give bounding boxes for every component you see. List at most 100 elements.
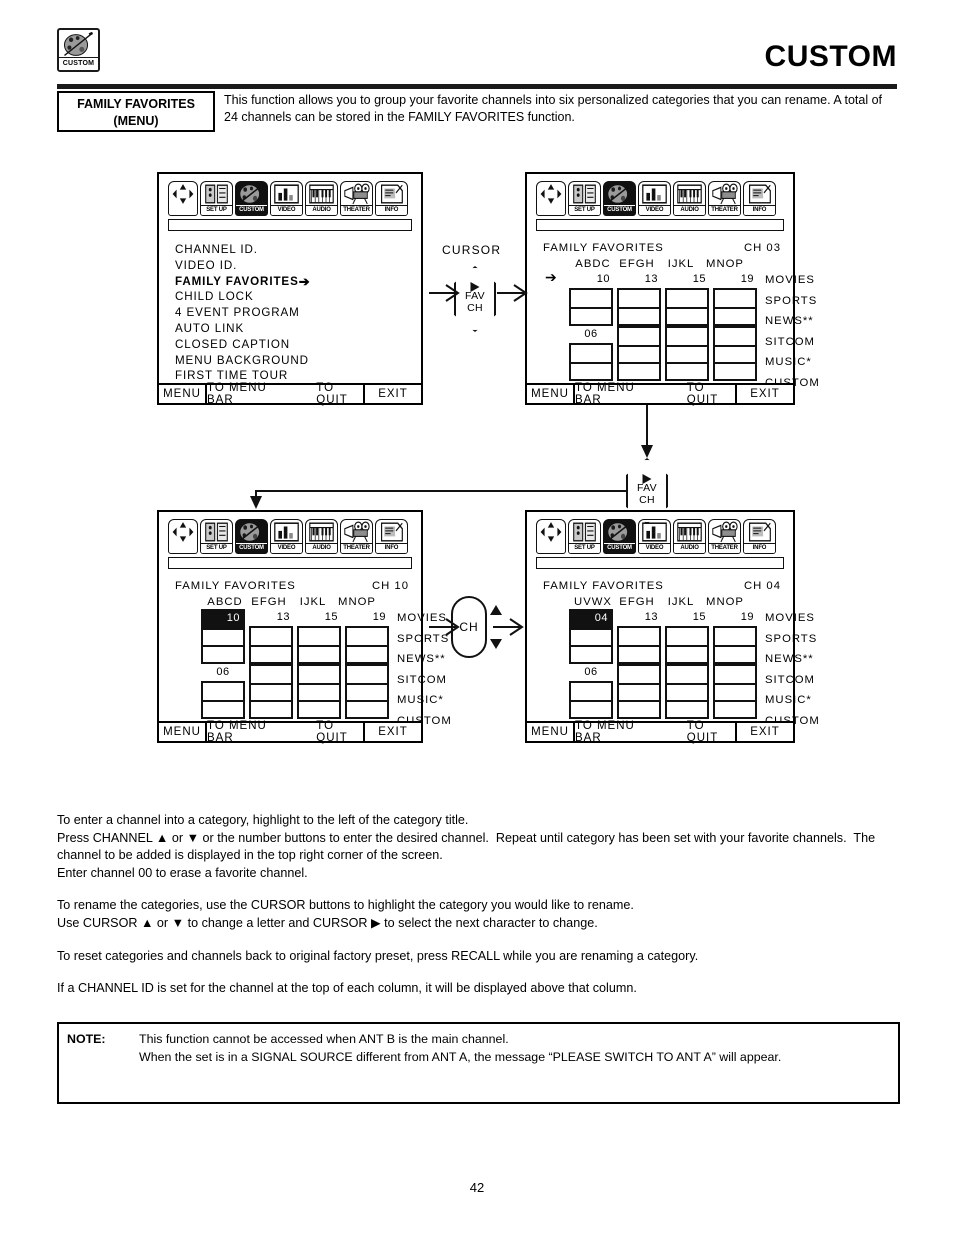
favorites-cell[interactable] (203, 628, 243, 645)
category-item-sports[interactable]: SPORTS (765, 291, 820, 312)
menu-option-child-lock[interactable]: CHILD LOCK (175, 289, 310, 305)
menu-option-auto-link[interactable]: AUTO LINK (175, 321, 310, 337)
favorites-cell[interactable] (619, 290, 659, 307)
favorites-cell[interactable] (667, 290, 707, 307)
category-item-news[interactable]: NEWS** (765, 311, 820, 332)
menu-option-family-favorites[interactable]: FAMILY FAVORITES➔ (175, 274, 310, 290)
category-item-news[interactable]: NEWS** (397, 649, 452, 670)
favorites-cell[interactable]: 04 (571, 611, 611, 628)
menu-tile-custom[interactable]: CUSTOM (603, 181, 636, 216)
menu-tile-theater[interactable]: THEATER (340, 519, 373, 554)
favorites-cell[interactable] (619, 628, 659, 645)
menu-tile-custom[interactable]: CUSTOM (235, 181, 268, 216)
category-item-music[interactable]: MUSIC* (765, 690, 820, 711)
menu-tile-info[interactable]: INFO (375, 519, 408, 554)
menu-tile-info[interactable]: INFO (743, 181, 776, 216)
favorites-cell[interactable] (299, 645, 339, 662)
favorites-cell[interactable] (619, 362, 659, 379)
favorites-cell[interactable] (571, 700, 611, 717)
favorites-cell[interactable] (667, 345, 707, 362)
menu-tile-video[interactable]: VIDEO (270, 181, 303, 216)
category-item-news[interactable]: NEWS** (765, 649, 820, 670)
menu-tile-set-up[interactable]: SET UP (200, 519, 233, 554)
favorites-cell[interactable] (251, 645, 291, 662)
favorites-cell[interactable] (571, 307, 611, 324)
category-item-sitcom[interactable]: SITCOM (765, 670, 820, 691)
favorites-cell[interactable] (251, 666, 291, 683)
favorites-cell[interactable] (619, 328, 659, 345)
favorites-cell[interactable] (619, 683, 659, 700)
favorites-cell[interactable] (299, 683, 339, 700)
favorites-cell[interactable] (715, 328, 755, 345)
category-item-sitcom[interactable]: SITCOM (765, 332, 820, 353)
favorites-cell[interactable] (299, 666, 339, 683)
menu-tile-theater[interactable]: THEATER (340, 181, 373, 216)
favorites-cell[interactable] (667, 683, 707, 700)
favorites-cell[interactable] (203, 683, 243, 700)
favorites-cell[interactable] (203, 645, 243, 662)
favorites-cell[interactable] (619, 700, 659, 717)
category-item-movies[interactable]: MOVIES (765, 608, 820, 629)
favorites-cell[interactable] (251, 683, 291, 700)
favorites-cell[interactable]: 10 (203, 611, 243, 628)
category-item-music[interactable]: MUSIC* (397, 690, 452, 711)
favorites-cell[interactable] (715, 700, 755, 717)
favorites-cell[interactable] (571, 290, 611, 307)
favorites-cell[interactable] (347, 666, 387, 683)
category-item-movies[interactable]: MOVIES (765, 270, 820, 291)
favorites-cell[interactable] (347, 628, 387, 645)
favorites-cell[interactable] (347, 700, 387, 717)
menu-tile-set-up[interactable]: SET UP (568, 181, 601, 216)
menu-tile-theater[interactable]: THEATER (708, 181, 741, 216)
category-item-sports[interactable]: SPORTS (765, 629, 820, 650)
favorites-cell[interactable] (299, 700, 339, 717)
menu-tile-theater[interactable]: THEATER (708, 519, 741, 554)
menu-option-channel-id[interactable]: CHANNEL ID. (175, 242, 310, 258)
channel-up-icon[interactable] (490, 605, 502, 615)
favorites-cell[interactable] (715, 362, 755, 379)
favorites-cell[interactable] (715, 683, 755, 700)
category-item-sitcom[interactable]: SITCOM (397, 670, 452, 691)
menu-tile-video[interactable]: VIDEO (638, 519, 671, 554)
menu-tile-custom[interactable]: CUSTOM (235, 519, 268, 554)
menu-tile-info[interactable]: INFO (743, 519, 776, 554)
category-item-music[interactable]: MUSIC* (765, 352, 820, 373)
menu-tile-audio[interactable]: AUDIO (673, 519, 706, 554)
favorites-cell[interactable] (251, 628, 291, 645)
favorites-cell[interactable] (347, 683, 387, 700)
favorites-cell[interactable] (251, 700, 291, 717)
favorites-cell[interactable] (299, 628, 339, 645)
favorites-cell[interactable] (667, 328, 707, 345)
menu-tile-navigation[interactable] (168, 181, 198, 216)
favorites-cell[interactable] (715, 345, 755, 362)
fav-ch-button-2[interactable]: FAV CH (626, 458, 668, 524)
favorites-cell[interactable] (571, 362, 611, 379)
menu-tile-audio[interactable]: AUDIO (305, 519, 338, 554)
favorites-cell[interactable] (619, 666, 659, 683)
menu-tile-set-up[interactable]: SET UP (568, 519, 601, 554)
menu-option-video-id[interactable]: VIDEO ID. (175, 258, 310, 274)
menu-tile-video[interactable]: VIDEO (638, 181, 671, 216)
favorites-cell[interactable] (619, 345, 659, 362)
menu-tile-navigation[interactable] (536, 181, 566, 216)
menu-tile-navigation[interactable] (168, 519, 198, 554)
favorites-cell[interactable] (715, 666, 755, 683)
favorites-cell[interactable] (571, 345, 611, 362)
favorites-cell[interactable] (715, 628, 755, 645)
favorites-cell[interactable] (203, 700, 243, 717)
menu-tile-navigation[interactable] (536, 519, 566, 554)
favorites-cell[interactable] (347, 645, 387, 662)
favorites-cell[interactable] (667, 362, 707, 379)
menu-tile-audio[interactable]: AUDIO (305, 181, 338, 216)
favorites-cell[interactable] (667, 666, 707, 683)
favorites-cell[interactable] (571, 628, 611, 645)
favorites-cell[interactable] (667, 628, 707, 645)
favorites-cell[interactable] (715, 307, 755, 324)
fav-ch-button-1[interactable]: FAV CH (454, 266, 496, 332)
favorites-cell[interactable] (571, 683, 611, 700)
favorites-cell[interactable] (571, 645, 611, 662)
favorites-cell[interactable] (715, 645, 755, 662)
menu-tile-video[interactable]: VIDEO (270, 519, 303, 554)
menu-option-menu-background[interactable]: MENU BACKGROUND (175, 353, 310, 369)
favorites-cell[interactable] (715, 290, 755, 307)
